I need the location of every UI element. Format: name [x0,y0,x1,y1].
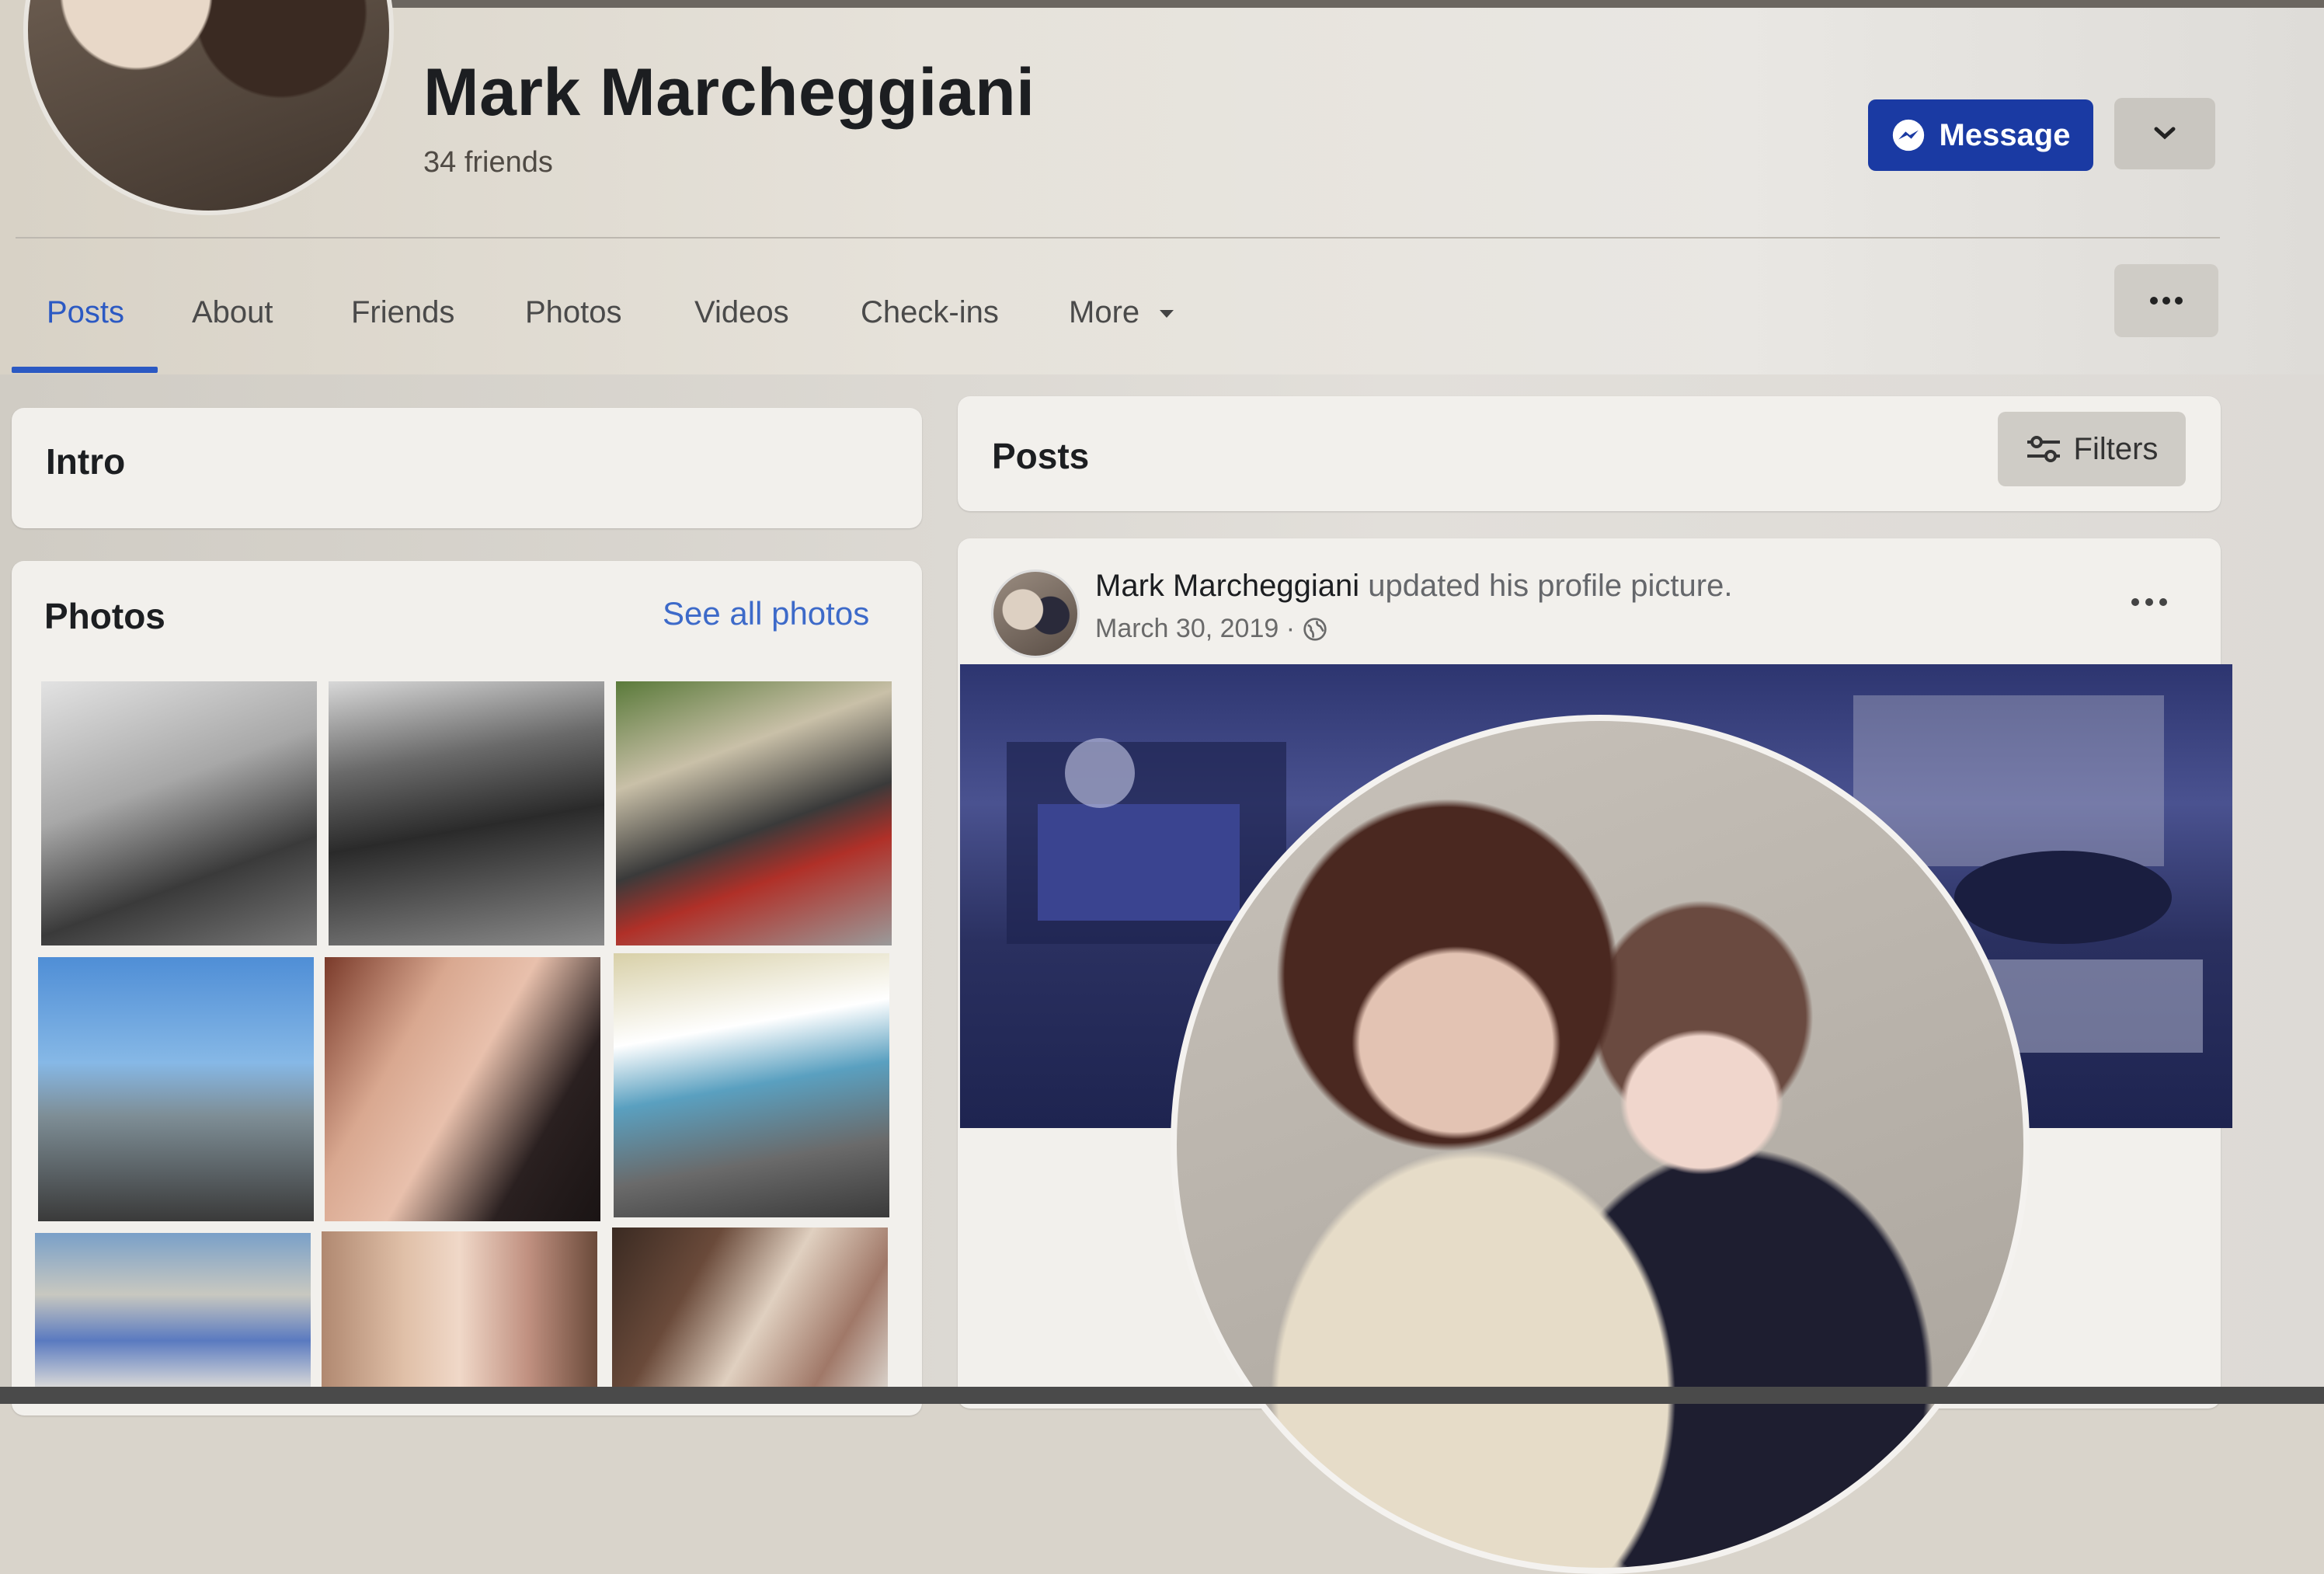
tab-friends[interactable]: Friends [351,295,454,330]
filters-button-label: Filters [2073,431,2159,466]
posts-title: Posts [992,436,1090,476]
cover-photo-edge [388,0,2324,8]
tab-more[interactable]: More [1069,295,1176,330]
message-button-label: Message [1939,117,2071,152]
photo-thumbnail[interactable] [41,681,317,945]
header-divider [16,237,2220,239]
post-author-avatar[interactable] [991,569,1080,658]
see-all-photos-link[interactable]: See all photos [663,595,869,632]
photo-thumbnail[interactable] [614,953,889,1217]
active-tab-indicator [12,367,158,373]
more-horizontal-icon [2131,598,2167,606]
tab-videos[interactable]: Videos [694,295,789,330]
chevron-down-icon [2154,127,2176,140]
intro-title: Intro [46,441,126,482]
caret-down-icon [1160,310,1174,319]
photo-thumbnail[interactable] [616,681,892,945]
photo-thumbnail[interactable] [329,681,604,945]
photo-thumbnail[interactable] [35,1233,311,1387]
photo-thumbnail[interactable] [38,957,314,1221]
tab-about[interactable]: About [192,295,273,330]
photo-thumbnail[interactable] [325,957,600,1221]
photo-thumbnail[interactable] [322,1231,597,1387]
post-author-name[interactable]: Mark Marcheggiani [1095,569,1359,603]
tab-more-label: More [1069,295,1140,329]
message-button[interactable]: Message [1868,99,2093,171]
profile-options-button[interactable] [2114,98,2215,169]
messenger-icon [1892,119,1924,151]
friends-count[interactable]: 34 friends [423,146,553,179]
post-meta: March 30, 2019 · [1095,614,1327,644]
monitor-bezel [0,1387,2324,1404]
more-horizontal-icon [2150,297,2183,305]
profile-name: Mark Marcheggiani [423,55,1035,130]
post-header-text: Mark Marcheggiani updated his profile pi… [1095,569,1732,604]
globe-icon [1303,617,1327,641]
tab-photos[interactable]: Photos [525,295,622,330]
profile-picture-photo[interactable] [1171,715,2030,1574]
photos-title: Photos [44,596,165,636]
filters-icon [2027,436,2060,462]
tab-posts[interactable]: Posts [47,295,124,330]
more-options-button[interactable] [2114,264,2218,337]
filters-button[interactable]: Filters [1998,412,2186,486]
intro-card: Intro [12,408,922,528]
post-action-text: updated his profile picture. [1368,569,1733,603]
post-options-button[interactable] [2122,590,2176,614]
tab-checkins[interactable]: Check-ins [861,295,999,330]
photo-thumbnail[interactable] [612,1228,888,1387]
post-date[interactable]: March 30, 2019 · [1095,614,1295,644]
